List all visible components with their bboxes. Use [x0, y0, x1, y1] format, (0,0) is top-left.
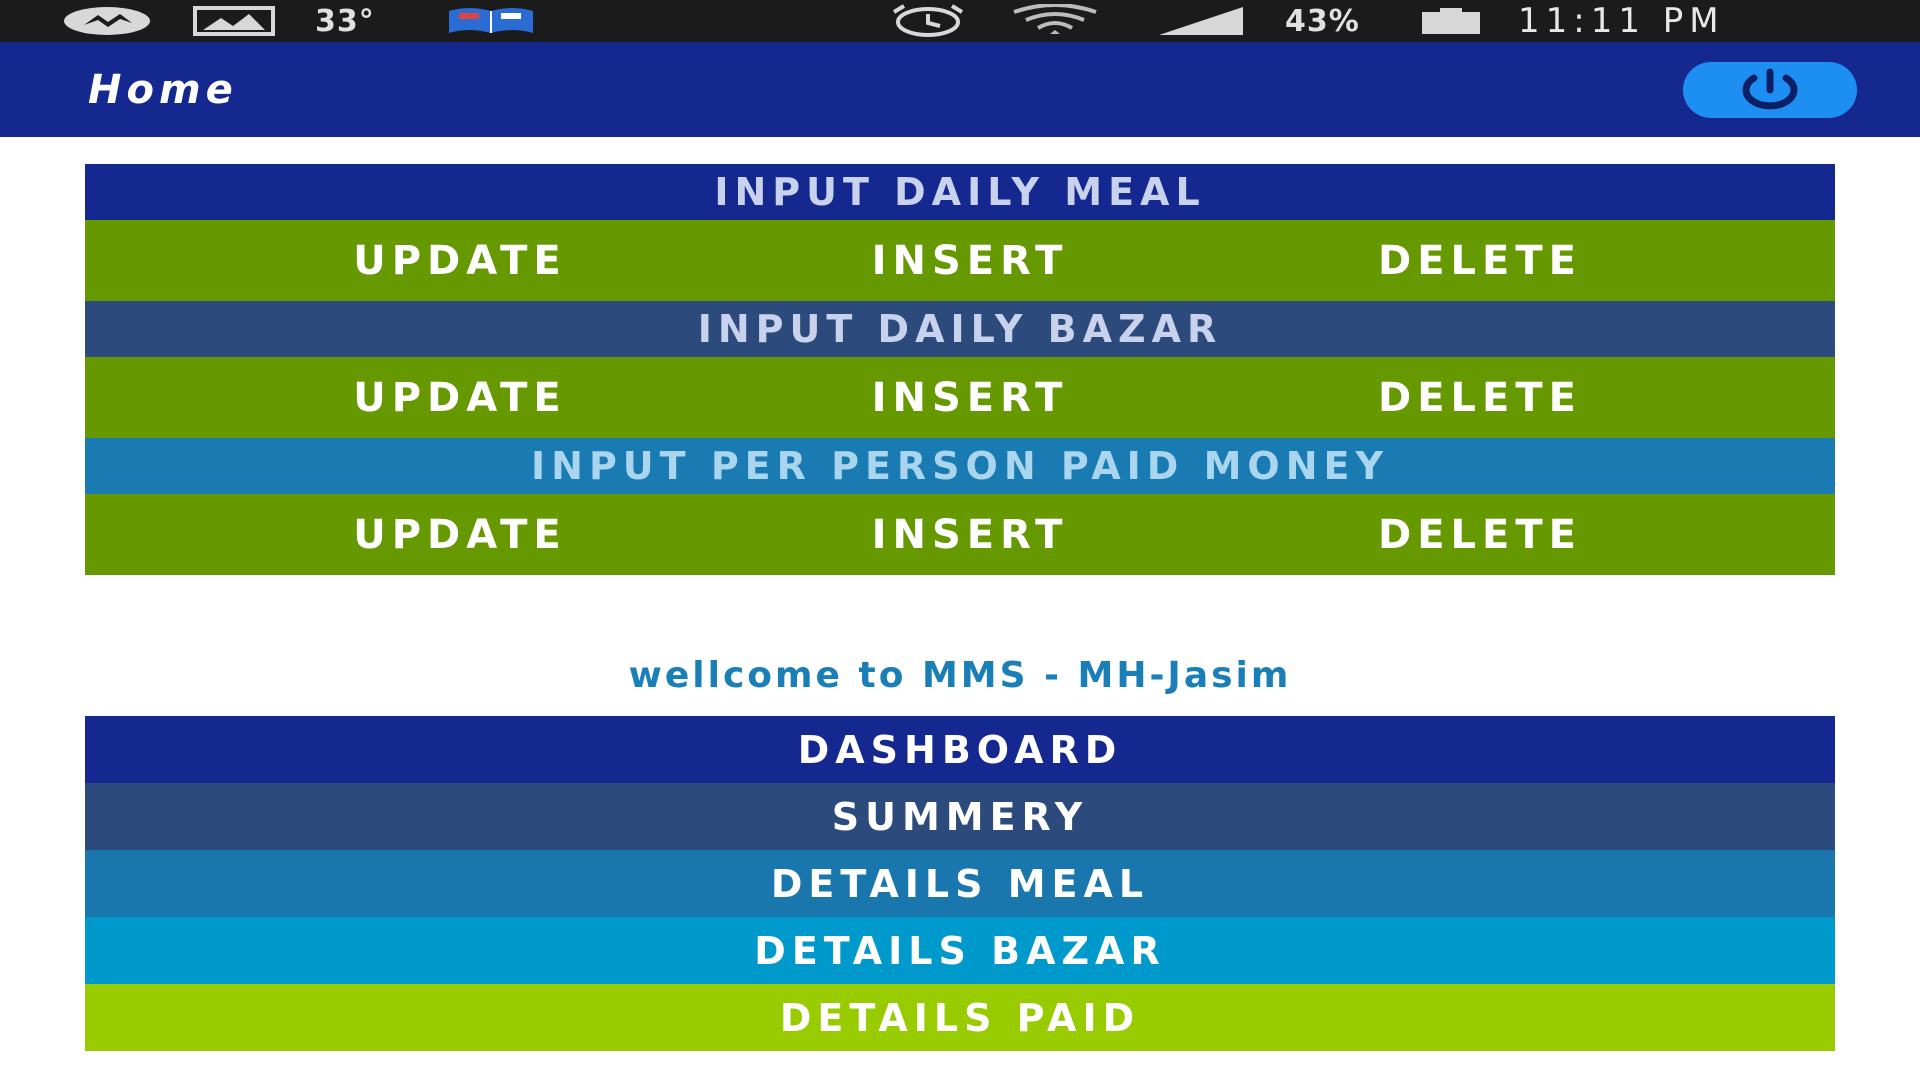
daily-bazar-insert-button[interactable]: INSERT	[718, 375, 1223, 421]
dashboard-button[interactable]: DASHBOARD	[85, 716, 1835, 783]
clock-text: 11:11 PM	[1518, 1, 1725, 41]
battery-percent-text: 43%	[1285, 3, 1360, 39]
nav-panel: DASHBOARD SUMMERY DETAILS MEAL DETAILS B…	[85, 716, 1835, 1051]
section-header-daily-meal: INPUT DAILY MEAL	[85, 164, 1835, 220]
alarm-icon	[890, 0, 966, 42]
gallery-icon	[193, 0, 275, 42]
paid-money-update-button[interactable]: UPDATE	[208, 512, 713, 558]
section-header-daily-bazar: INPUT DAILY BAZAR	[85, 301, 1835, 357]
app-screen: 33° 43% 11:11 PM Home INPUT DAILY MEAL U…	[0, 0, 1920, 1080]
power-icon	[1742, 68, 1798, 110]
paid-money-actions: UPDATE INSERT DELETE	[85, 494, 1835, 575]
temperature-text: 33°	[315, 3, 375, 39]
battery-icon	[1420, 0, 1482, 42]
app-bar: Home	[0, 42, 1920, 137]
daily-meal-delete-button[interactable]: DELETE	[1228, 238, 1733, 284]
logout-button[interactable]	[1683, 62, 1857, 118]
messenger-icon	[62, 0, 152, 42]
welcome-message: wellcome to MMS - MH-Jasim	[628, 654, 1292, 696]
daily-bazar-update-button[interactable]: UPDATE	[208, 375, 713, 421]
daily-bazar-actions: UPDATE INSERT DELETE	[85, 357, 1835, 438]
wifi-icon	[1008, 0, 1102, 42]
daily-meal-insert-button[interactable]: INSERT	[718, 238, 1223, 284]
details-bazar-button[interactable]: DETAILS BAZAR	[85, 917, 1835, 984]
daily-meal-update-button[interactable]: UPDATE	[208, 238, 713, 284]
signal-strength-icon	[1155, 0, 1247, 42]
daily-bazar-delete-button[interactable]: DELETE	[1228, 375, 1733, 421]
details-meal-button[interactable]: DETAILS MEAL	[85, 850, 1835, 917]
paid-money-insert-button[interactable]: INSERT	[718, 512, 1223, 558]
summery-button[interactable]: SUMMERY	[85, 783, 1835, 850]
daily-meal-actions: UPDATE INSERT DELETE	[85, 220, 1835, 301]
book-app-icon	[445, 0, 537, 42]
status-bar: 33° 43% 11:11 PM	[0, 0, 1920, 42]
details-paid-button[interactable]: DETAILS PAID	[85, 984, 1835, 1051]
input-panel: INPUT DAILY MEAL UPDATE INSERT DELETE IN…	[85, 164, 1835, 575]
paid-money-delete-button[interactable]: DELETE	[1228, 512, 1733, 558]
section-header-paid-money: INPUT PER PERSON PAID MONEY	[85, 438, 1835, 494]
page-title: Home	[88, 66, 238, 113]
